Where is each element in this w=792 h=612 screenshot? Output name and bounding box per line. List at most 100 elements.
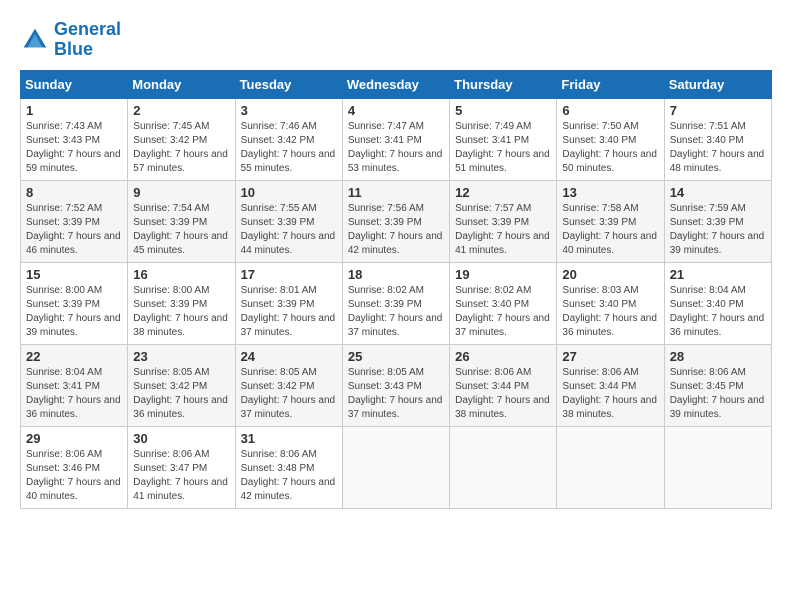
daylight-label: Daylight: 7 hours and 44 minutes. [241,231,336,256]
day-info: Sunrise: 7:56 AM Sunset: 3:39 PM Dayligh… [348,202,444,258]
day-info: Sunrise: 8:05 AM Sunset: 3:42 PM Dayligh… [241,366,337,422]
day-info: Sunrise: 8:04 AM Sunset: 3:41 PM Dayligh… [26,366,122,422]
sunrise-label: Sunrise: 7:57 AM [455,203,531,214]
calendar-cell [664,426,771,508]
sunrise-label: Sunrise: 7:59 AM [670,203,746,214]
sunrise-label: Sunrise: 7:50 AM [562,121,638,132]
day-info: Sunrise: 7:46 AM Sunset: 3:42 PM Dayligh… [241,120,337,176]
sunset-label: Sunset: 3:40 PM [562,135,636,146]
calendar-cell: 27 Sunrise: 8:06 AM Sunset: 3:44 PM Dayl… [557,344,664,426]
calendar-cell: 25 Sunrise: 8:05 AM Sunset: 3:43 PM Dayl… [342,344,449,426]
day-number: 7 [670,103,766,118]
daylight-label: Daylight: 7 hours and 37 minutes. [241,313,336,338]
sunrise-label: Sunrise: 7:45 AM [133,121,209,132]
calendar-cell: 12 Sunrise: 7:57 AM Sunset: 3:39 PM Dayl… [450,180,557,262]
day-info: Sunrise: 8:00 AM Sunset: 3:39 PM Dayligh… [26,284,122,340]
daylight-label: Daylight: 7 hours and 37 minutes. [348,313,443,338]
sunset-label: Sunset: 3:47 PM [133,463,207,474]
day-info: Sunrise: 8:06 AM Sunset: 3:46 PM Dayligh… [26,448,122,504]
sunset-label: Sunset: 3:39 PM [133,217,207,228]
sunrise-label: Sunrise: 8:02 AM [348,285,424,296]
day-info: Sunrise: 7:59 AM Sunset: 3:39 PM Dayligh… [670,202,766,258]
daylight-label: Daylight: 7 hours and 48 minutes. [670,149,765,174]
sunrise-label: Sunrise: 8:06 AM [455,367,531,378]
daylight-label: Daylight: 7 hours and 55 minutes. [241,149,336,174]
sunrise-label: Sunrise: 7:55 AM [241,203,317,214]
calendar-cell: 14 Sunrise: 7:59 AM Sunset: 3:39 PM Dayl… [664,180,771,262]
daylight-label: Daylight: 7 hours and 40 minutes. [26,477,121,502]
day-number: 18 [348,267,444,282]
day-info: Sunrise: 7:52 AM Sunset: 3:39 PM Dayligh… [26,202,122,258]
day-info: Sunrise: 7:57 AM Sunset: 3:39 PM Dayligh… [455,202,551,258]
calendar-cell: 19 Sunrise: 8:02 AM Sunset: 3:40 PM Dayl… [450,262,557,344]
sunset-label: Sunset: 3:42 PM [241,135,315,146]
weekday-header: Friday [557,70,664,98]
calendar-cell: 2 Sunrise: 7:45 AM Sunset: 3:42 PM Dayli… [128,98,235,180]
calendar-cell [557,426,664,508]
day-number: 27 [562,349,658,364]
day-info: Sunrise: 8:05 AM Sunset: 3:42 PM Dayligh… [133,366,229,422]
calendar-cell: 29 Sunrise: 8:06 AM Sunset: 3:46 PM Dayl… [21,426,128,508]
sunset-label: Sunset: 3:42 PM [241,381,315,392]
daylight-label: Daylight: 7 hours and 36 minutes. [562,313,657,338]
day-info: Sunrise: 8:06 AM Sunset: 3:48 PM Dayligh… [241,448,337,504]
calendar-cell: 7 Sunrise: 7:51 AM Sunset: 3:40 PM Dayli… [664,98,771,180]
sunset-label: Sunset: 3:41 PM [348,135,422,146]
day-number: 13 [562,185,658,200]
logo-text: General Blue [54,20,121,60]
sunset-label: Sunset: 3:43 PM [26,135,100,146]
sunrise-label: Sunrise: 7:58 AM [562,203,638,214]
day-number: 14 [670,185,766,200]
sunset-label: Sunset: 3:39 PM [26,299,100,310]
day-number: 22 [26,349,122,364]
day-number: 5 [455,103,551,118]
day-number: 9 [133,185,229,200]
sunset-label: Sunset: 3:44 PM [562,381,636,392]
weekday-header: Saturday [664,70,771,98]
sunrise-label: Sunrise: 7:54 AM [133,203,209,214]
sunset-label: Sunset: 3:42 PM [133,381,207,392]
weekday-header: Monday [128,70,235,98]
weekday-header: Thursday [450,70,557,98]
day-number: 2 [133,103,229,118]
day-info: Sunrise: 7:47 AM Sunset: 3:41 PM Dayligh… [348,120,444,176]
logo-icon [20,25,50,55]
sunset-label: Sunset: 3:39 PM [348,217,422,228]
day-info: Sunrise: 8:02 AM Sunset: 3:40 PM Dayligh… [455,284,551,340]
sunset-label: Sunset: 3:40 PM [455,299,529,310]
calendar-cell: 4 Sunrise: 7:47 AM Sunset: 3:41 PM Dayli… [342,98,449,180]
calendar-cell: 5 Sunrise: 7:49 AM Sunset: 3:41 PM Dayli… [450,98,557,180]
sunrise-label: Sunrise: 7:49 AM [455,121,531,132]
calendar-week-row: 15 Sunrise: 8:00 AM Sunset: 3:39 PM Dayl… [21,262,772,344]
calendar-cell: 3 Sunrise: 7:46 AM Sunset: 3:42 PM Dayli… [235,98,342,180]
sunset-label: Sunset: 3:44 PM [455,381,529,392]
sunset-label: Sunset: 3:39 PM [26,217,100,228]
calendar-cell: 26 Sunrise: 8:06 AM Sunset: 3:44 PM Dayl… [450,344,557,426]
day-number: 10 [241,185,337,200]
sunset-label: Sunset: 3:45 PM [670,381,744,392]
day-number: 19 [455,267,551,282]
day-number: 12 [455,185,551,200]
sunrise-label: Sunrise: 8:05 AM [133,367,209,378]
day-number: 6 [562,103,658,118]
calendar-table: SundayMondayTuesdayWednesdayThursdayFrid… [20,70,772,509]
sunrise-label: Sunrise: 8:06 AM [562,367,638,378]
day-info: Sunrise: 7:51 AM Sunset: 3:40 PM Dayligh… [670,120,766,176]
calendar-cell: 24 Sunrise: 8:05 AM Sunset: 3:42 PM Dayl… [235,344,342,426]
day-info: Sunrise: 8:01 AM Sunset: 3:39 PM Dayligh… [241,284,337,340]
sunrise-label: Sunrise: 8:06 AM [241,449,317,460]
sunrise-label: Sunrise: 8:06 AM [670,367,746,378]
calendar-week-row: 29 Sunrise: 8:06 AM Sunset: 3:46 PM Dayl… [21,426,772,508]
calendar-cell: 15 Sunrise: 8:00 AM Sunset: 3:39 PM Dayl… [21,262,128,344]
calendar-cell: 10 Sunrise: 7:55 AM Sunset: 3:39 PM Dayl… [235,180,342,262]
day-info: Sunrise: 8:06 AM Sunset: 3:47 PM Dayligh… [133,448,229,504]
sunrise-label: Sunrise: 7:46 AM [241,121,317,132]
daylight-label: Daylight: 7 hours and 38 minutes. [133,313,228,338]
day-number: 17 [241,267,337,282]
day-number: 15 [26,267,122,282]
day-number: 25 [348,349,444,364]
daylight-label: Daylight: 7 hours and 39 minutes. [670,231,765,256]
calendar-cell: 13 Sunrise: 7:58 AM Sunset: 3:39 PM Dayl… [557,180,664,262]
day-number: 24 [241,349,337,364]
sunrise-label: Sunrise: 7:47 AM [348,121,424,132]
